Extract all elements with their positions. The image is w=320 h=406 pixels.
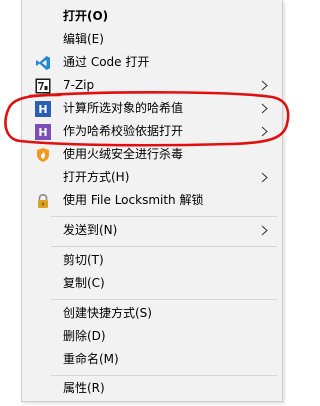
menu-item-label: 打开方式(H) bbox=[63, 170, 130, 184]
menu-item-label: 作为哈希校验依据打开 bbox=[63, 124, 184, 138]
menu-item-cut[interactable]: 剪切(T) bbox=[22, 249, 282, 272]
context-menu: 打开(O) 编辑(E) 通过 Code 打开 7-Zip H 计算所选对象的哈希… bbox=[21, 0, 283, 402]
lock-icon bbox=[35, 193, 51, 209]
menu-item-edit[interactable]: 编辑(E) bbox=[22, 28, 282, 51]
vscode-icon bbox=[35, 55, 51, 71]
menu-item-create-shortcut[interactable]: 创建快捷方式(S) bbox=[22, 302, 282, 325]
menu-item-huorong-scan[interactable]: 使用火绒安全进行杀毒 bbox=[22, 143, 282, 166]
menu-item-rename[interactable]: 重命名(M) bbox=[22, 348, 282, 371]
menu-item-label: 使用火绒安全进行杀毒 bbox=[63, 147, 184, 161]
chevron-right-icon bbox=[261, 225, 268, 236]
menu-item-send-to[interactable]: 发送到(N) bbox=[22, 219, 282, 242]
menu-separator bbox=[51, 246, 277, 247]
menu-item-compute-hash[interactable]: H 计算所选对象的哈希值 bbox=[22, 97, 282, 120]
hash-h-blue-icon: H bbox=[35, 101, 51, 117]
chevron-right-icon bbox=[261, 103, 268, 114]
menu-item-label: 剪切(T) bbox=[63, 253, 104, 267]
7zip-icon bbox=[35, 78, 51, 94]
chevron-right-icon bbox=[261, 126, 268, 137]
menu-item-label: 使用 File Locksmith 解锁 bbox=[63, 193, 204, 207]
menu-item-label: 重命名(M) bbox=[63, 352, 119, 366]
menu-item-label: 属性(R) bbox=[63, 381, 105, 395]
menu-item-copy[interactable]: 复制(C) bbox=[22, 272, 282, 295]
menu-item-label: 打开(O) bbox=[63, 9, 109, 23]
hash-h-purple-icon: H bbox=[35, 124, 51, 140]
menu-item-open[interactable]: 打开(O) bbox=[22, 5, 282, 28]
menu-item-label: 通过 Code 打开 bbox=[63, 55, 150, 69]
menu-item-label: 计算所选对象的哈希值 bbox=[63, 101, 184, 115]
chevron-right-icon bbox=[261, 80, 268, 91]
huorong-shield-icon bbox=[35, 147, 51, 163]
menu-item-7zip[interactable]: 7-Zip bbox=[22, 74, 282, 97]
menu-item-open-as-hash-check[interactable]: H 作为哈希校验依据打开 bbox=[22, 120, 282, 143]
menu-separator bbox=[51, 375, 277, 376]
page: 打开(O) 编辑(E) 通过 Code 打开 7-Zip H 计算所选对象的哈希… bbox=[0, 0, 293, 406]
menu-item-delete[interactable]: 删除(D) bbox=[22, 325, 282, 348]
menu-item-properties[interactable]: 属性(R) bbox=[22, 377, 282, 400]
menu-item-label: 编辑(E) bbox=[63, 32, 104, 46]
menu-separator bbox=[51, 299, 277, 300]
menu-item-label: 复制(C) bbox=[63, 276, 105, 290]
menu-item-file-locksmith[interactable]: 使用 File Locksmith 解锁 bbox=[22, 189, 282, 212]
menu-item-open-with[interactable]: 打开方式(H) bbox=[22, 166, 282, 189]
menu-item-label: 发送到(N) bbox=[63, 223, 118, 237]
menu-item-label: 删除(D) bbox=[63, 329, 106, 343]
menu-item-label: 创建快捷方式(S) bbox=[63, 306, 152, 320]
chevron-right-icon bbox=[261, 172, 268, 183]
menu-separator bbox=[51, 216, 277, 217]
menu-item-open-with-code[interactable]: 通过 Code 打开 bbox=[22, 51, 282, 74]
menu-item-label: 7-Zip bbox=[63, 78, 95, 92]
